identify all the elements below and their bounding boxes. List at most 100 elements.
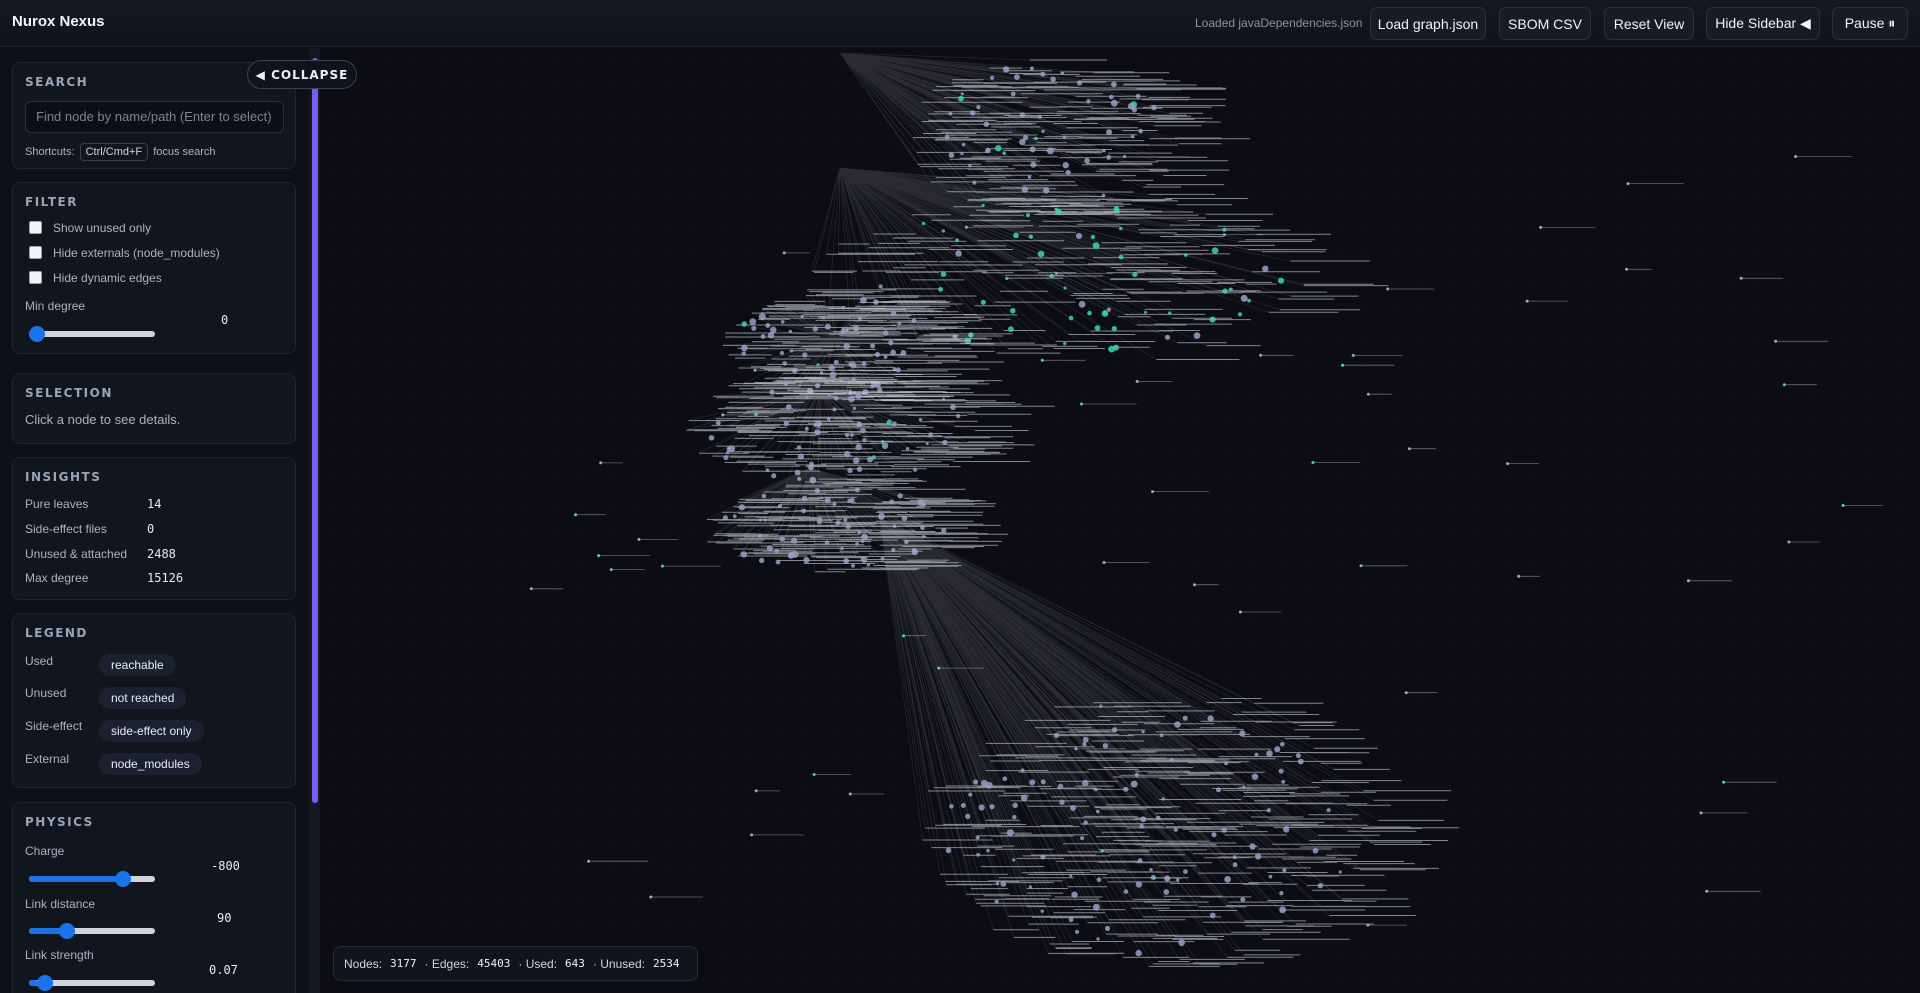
charge-knob[interactable] <box>114 871 131 887</box>
graph-node <box>1295 753 1301 759</box>
graph-node <box>970 110 976 116</box>
graph-svg[interactable] <box>320 48 1920 993</box>
graph-node <box>816 518 823 525</box>
graph-node <box>844 432 850 438</box>
graph-node <box>754 412 758 417</box>
graph-node <box>948 111 953 116</box>
sidebar-scrollbar[interactable] <box>310 48 320 993</box>
graph-node <box>767 332 775 339</box>
graph-node <box>1239 730 1246 737</box>
graph-canvas[interactable] <box>320 48 1920 993</box>
graph-node <box>981 203 985 207</box>
graph-node <box>1119 226 1123 231</box>
graph-node <box>1092 903 1100 911</box>
app-title: Nurox Nexus <box>12 13 105 30</box>
graph-node <box>1053 732 1060 739</box>
legend-label: Side-effect <box>25 719 83 733</box>
graph-node <box>1075 232 1083 239</box>
graph-node <box>1140 816 1147 823</box>
graph-node <box>985 149 989 153</box>
search-input[interactable]: Find node by name/path (Enter to select) <box>25 101 284 133</box>
graph-node <box>861 361 867 366</box>
graph-node <box>791 537 798 544</box>
graph-node <box>797 453 805 460</box>
graph-node <box>741 351 746 356</box>
graph-node <box>1130 780 1138 788</box>
hide-sidebar-button[interactable]: Hide Sidebar ◀ <box>1706 7 1820 40</box>
graph-node <box>1102 743 1109 749</box>
link-distance-slider[interactable] <box>29 923 155 939</box>
collapse-button[interactable]: ◀ COLLAPSE <box>247 60 357 89</box>
shortcut-key: Ctrl/Cmd+F <box>79 143 149 161</box>
graph-node <box>771 473 777 479</box>
insight-label: Max degree <box>25 571 89 585</box>
graph-node <box>1222 288 1228 294</box>
search-title: SEARCH <box>25 75 89 89</box>
nodes-label: Nodes: <box>344 956 383 971</box>
graph-node <box>708 435 715 441</box>
link-distance-fill <box>29 928 64 934</box>
graph-node <box>986 848 990 853</box>
hide-externals-checkbox[interactable] <box>29 246 42 259</box>
load-graph-button[interactable]: Load graph.json <box>1370 7 1486 40</box>
link-strength-slider[interactable] <box>29 975 155 991</box>
graph-node <box>1240 897 1246 903</box>
graph-node <box>1222 227 1227 232</box>
graph-stats: Nodes: 3177 · Edges: 45403 · Used: 643 ·… <box>333 946 699 981</box>
graph-node <box>861 533 868 540</box>
graph-node <box>960 803 966 808</box>
graph-node <box>965 813 971 820</box>
graph-node <box>1029 66 1034 71</box>
link-strength-knob[interactable] <box>36 975 53 991</box>
shortcuts-hint: Shortcuts: Ctrl/Cmd+F focus search <box>25 143 216 161</box>
hide-dynamic-edges-checkbox[interactable] <box>29 271 42 284</box>
graph-node <box>843 517 848 522</box>
graph-node <box>941 527 947 534</box>
insight-value: 0 <box>147 522 155 536</box>
graph-node <box>1132 271 1138 278</box>
graph-node <box>1137 858 1143 863</box>
graph-node <box>1144 310 1147 314</box>
graph-node <box>881 442 889 450</box>
graph-node <box>1232 855 1237 860</box>
show-unused-checkbox[interactable] <box>29 221 42 234</box>
graph-node <box>960 92 964 96</box>
graph-node <box>990 75 995 80</box>
graph-node <box>1094 325 1101 331</box>
pause-button[interactable]: Pause ⏸ <box>1832 7 1908 40</box>
graph-node <box>901 515 908 522</box>
min-degree-knob[interactable] <box>29 326 45 342</box>
graph-node <box>995 145 1002 152</box>
graph-node <box>779 536 785 542</box>
physics-title: PHYSICS <box>25 815 94 829</box>
graph-node <box>840 546 844 551</box>
charge-slider[interactable] <box>29 871 155 887</box>
link-distance-knob[interactable] <box>58 923 75 939</box>
graph-node <box>1083 820 1088 825</box>
min-degree-slider[interactable] <box>29 326 155 342</box>
graph-node <box>841 306 845 310</box>
graph-node <box>1163 889 1170 895</box>
graph-node <box>1063 286 1067 290</box>
sidebar: SEARCH Find node by name/path (Enter to … <box>0 48 320 993</box>
sidebar-scroll-thumb[interactable] <box>312 58 318 803</box>
graph-node <box>1080 836 1085 841</box>
graph-node <box>828 364 835 372</box>
graph-node <box>1023 135 1029 141</box>
graph-cluster <box>706 467 1008 573</box>
graph-node <box>1130 134 1135 139</box>
graph-node <box>805 395 809 399</box>
graph-node <box>1297 758 1304 765</box>
graph-node <box>1002 151 1006 155</box>
insight-label: Pure leaves <box>25 497 89 511</box>
graph-node <box>938 287 943 292</box>
graph-node <box>922 502 926 507</box>
graph-node <box>968 792 973 797</box>
reset-view-button[interactable]: Reset View <box>1604 7 1694 40</box>
sbom-csv-button[interactable]: SBOM CSV <box>1499 7 1591 40</box>
graph-node <box>801 495 808 502</box>
graph-node <box>890 310 897 317</box>
graph-node <box>1277 277 1285 284</box>
graph-node <box>722 515 728 521</box>
graph-node <box>1102 148 1106 153</box>
